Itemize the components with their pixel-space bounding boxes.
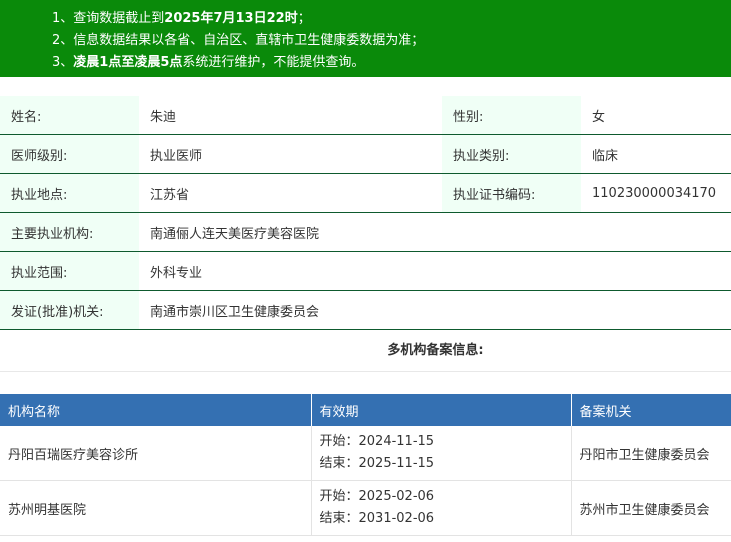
category-value: 临床 [581, 134, 731, 174]
start-date: 开始：2024-11-15 [319, 434, 435, 449]
notice-text: 系统进行维护，不能提供查询。 [182, 55, 365, 70]
level-value: 执业医师 [139, 134, 442, 174]
validity-cell: 开始：2024-11-15 结束：2025-11-15 [311, 426, 572, 481]
notice-text: 2、信息数据结果以各省、自治区、直辖市卫生健康委数据为准； [52, 33, 425, 48]
org-name-cell: 苏州明基医院 [0, 480, 312, 536]
notice-bold-text: 2025年7月13日22时 [164, 11, 298, 26]
column-header-authority: 备案机关 [571, 394, 731, 426]
info-row: 执业范围: 外科专业 [0, 251, 731, 291]
info-row: 执业地点: 江苏省 执业证书编码: 110230000034170 [0, 173, 731, 213]
notice-text: 1、查询数据截止到 [52, 11, 165, 26]
notice-bold-text: 凌晨1点至凌晨5点 [73, 55, 183, 70]
institution-label: 主要执业机构: [0, 212, 139, 252]
doctor-info-table: 姓名: 朱迪 性别: 女 医师级别: 执业医师 执业类别: 临床 执业地点: 江… [0, 96, 731, 330]
authority-cell: 苏州市卫生健康委员会 [571, 480, 731, 536]
notice-text: ； [297, 11, 311, 26]
end-date: 结束：2025-11-15 [319, 456, 435, 471]
validity-cell: 开始：2025-02-06 结束：2031-02-06 [311, 480, 572, 536]
table-row: 丹阳百瑞医疗美容诊所 开始：2024-11-15 结束：2025-11-15 丹… [0, 426, 731, 481]
info-row: 医师级别: 执业医师 执业类别: 临床 [0, 134, 731, 174]
table-row: 苏州明基医院 开始：2025-02-06 结束：2031-02-06 苏州市卫生… [0, 480, 731, 536]
org-filing-table: 机构名称 有效期 备案机关 丹阳百瑞医疗美容诊所 开始：2024-11-15 结… [0, 394, 731, 536]
info-row: 姓名: 朱迪 性别: 女 [0, 96, 731, 135]
authority-cell: 丹阳市卫生健康委员会 [571, 426, 731, 481]
org-name-cell: 丹阳百瑞医疗美容诊所 [0, 426, 312, 481]
authority-value: 南通市崇川区卫生健康委员会 [139, 290, 731, 330]
gender-value: 女 [581, 96, 731, 135]
authority-label: 发证(批准)机关: [0, 290, 139, 330]
info-row: 发证(批准)机关: 南通市崇川区卫生健康委员会 [0, 290, 731, 330]
category-label: 执业类别: [442, 134, 581, 174]
notice-text: 3、 [52, 55, 74, 70]
cert-label: 执业证书编码: [442, 173, 581, 213]
end-date: 结束：2031-02-06 [319, 511, 435, 526]
name-value: 朱迪 [139, 96, 442, 135]
notice-line-2: 2、信息数据结果以各省、自治区、直辖市卫生健康委数据为准； [52, 31, 731, 53]
institution-value: 南通俪人连天美医疗美容医院 [139, 212, 731, 252]
cert-value: 110230000034170 [581, 173, 731, 213]
scope-label: 执业范围: [0, 251, 139, 291]
notice-line-1: 1、查询数据截止到2025年7月13日22时； [52, 9, 731, 31]
info-row: 主要执业机构: 南通俪人连天美医疗美容医院 [0, 212, 731, 252]
location-value: 江苏省 [139, 173, 442, 213]
name-label: 姓名: [0, 96, 139, 135]
notice-banner: 1、查询数据截止到2025年7月13日22时； 2、信息数据结果以各省、自治区、… [0, 0, 731, 77]
location-label: 执业地点: [0, 173, 139, 213]
table-header-row: 机构名称 有效期 备案机关 [0, 394, 731, 426]
notice-line-3: 3、凌晨1点至凌晨5点系统进行维护，不能提供查询。 [52, 53, 731, 75]
gender-label: 性别: [442, 96, 581, 135]
level-label: 医师级别: [0, 134, 139, 174]
column-header-validity: 有效期 [311, 394, 572, 426]
start-date: 开始：2025-02-06 [319, 489, 435, 504]
column-header-org-name: 机构名称 [0, 394, 312, 426]
scope-value: 外科专业 [139, 251, 731, 291]
multi-institution-title: 多机构备案信息: [0, 330, 731, 372]
